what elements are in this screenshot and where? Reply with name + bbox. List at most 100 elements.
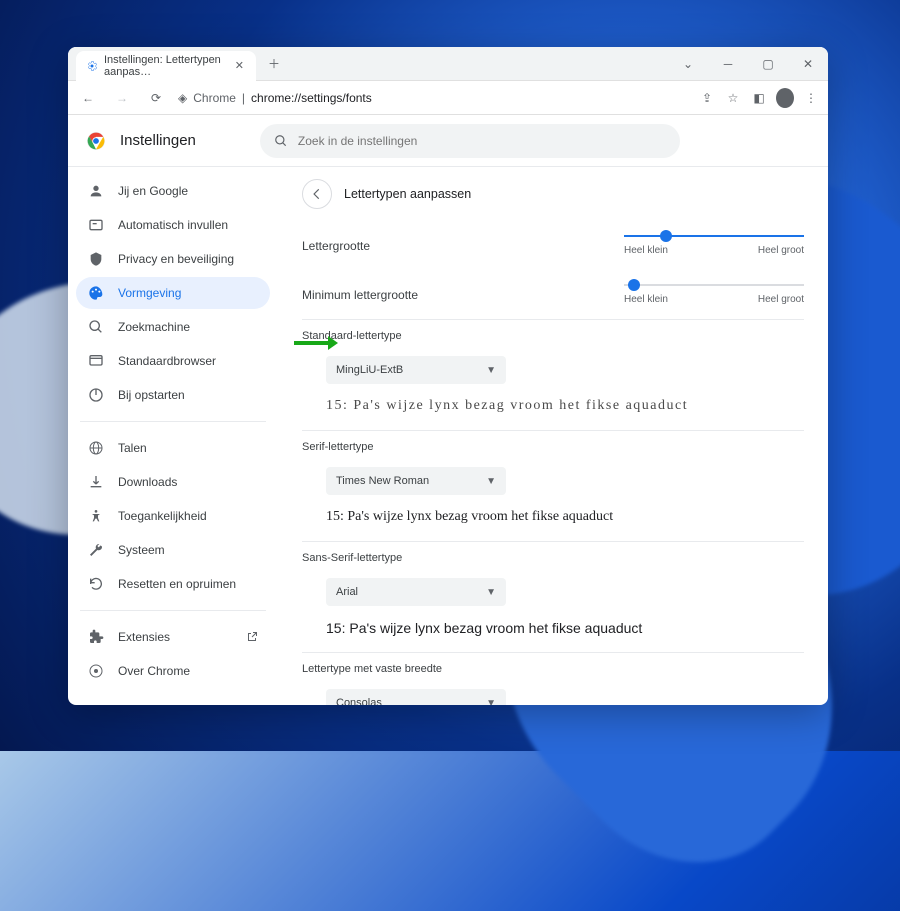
sidebar-item-startup[interactable]: Bij opstarten <box>76 379 270 411</box>
page-heading: Lettertypen aanpassen <box>344 187 471 201</box>
search-input[interactable] <box>298 134 666 148</box>
extensions-icon[interactable]: ◧ <box>750 89 768 107</box>
sidebar-item-label: Automatisch invullen <box>118 218 228 232</box>
search-icon <box>274 134 288 148</box>
min-font-size-row: Minimum lettergrootte Heel klein Heel gr… <box>302 270 804 319</box>
font-size-slider[interactable]: Heel klein Heel groot <box>624 235 804 256</box>
window-titlebar: Instellingen: Lettertypen aanpas… ✕ ＋ ⌄ … <box>68 47 828 81</box>
chevron-down-icon: ▼ <box>486 365 496 376</box>
settings-search[interactable] <box>260 124 680 158</box>
sidebar-divider <box>80 610 266 611</box>
accessibility-icon <box>88 508 104 524</box>
sidebar-item-you-and-google[interactable]: Jij en Google <box>76 175 270 207</box>
sans-font-section: Sans-Serif-lettertype Arial ▼ 15: Pa's w… <box>302 541 804 652</box>
chevron-down-icon: ▼ <box>486 476 496 487</box>
sidebar-item-label: Vormgeving <box>118 286 181 300</box>
fixed-font-section: Lettertype met vaste breedte Consolas ▼ … <box>302 652 804 705</box>
person-icon <box>88 183 104 199</box>
sidebar-item-label: Privacy en beveiliging <box>118 252 234 266</box>
dropdown-value: Arial <box>336 586 358 598</box>
minimize-button[interactable]: ─ <box>708 50 748 78</box>
menu-icon[interactable]: ⋮ <box>802 89 820 107</box>
forward-button[interactable]: → <box>110 86 134 110</box>
reset-icon <box>88 576 104 592</box>
sidebar-item-label: Systeem <box>118 543 165 557</box>
sidebar-item-label: Over Chrome <box>118 664 190 678</box>
slider-min-label: Heel klein <box>624 245 668 256</box>
fixed-font-label: Lettertype met vaste breedte <box>302 663 804 675</box>
standard-font-sample: 15: Pa's wijze lynx bezag vroom het fiks… <box>326 398 804 414</box>
new-tab-button[interactable]: ＋ <box>262 52 286 76</box>
back-button[interactable]: ← <box>76 86 100 110</box>
settings-icon <box>86 60 98 72</box>
sans-font-dropdown[interactable]: Arial ▼ <box>326 578 506 606</box>
sidebar-item-autofill[interactable]: Automatisch invullen <box>76 209 270 241</box>
chrome-logo-icon <box>86 131 106 151</box>
sidebar-item-reset[interactable]: Resetten en opruimen <box>76 568 270 600</box>
dropdown-value: Consolas <box>336 697 382 705</box>
sidebar-item-about[interactable]: Over Chrome <box>76 655 270 687</box>
maximize-button[interactable]: ▢ <box>748 50 788 78</box>
sidebar-item-label: Downloads <box>118 475 177 489</box>
chevron-down-icon[interactable]: ⌄ <box>668 50 708 78</box>
sidebar-item-label: Extensies <box>118 630 170 644</box>
slider-max-label: Heel groot <box>758 294 804 305</box>
dropdown-value: Times New Roman <box>336 475 429 487</box>
bookmark-icon[interactable]: ☆ <box>724 89 742 107</box>
serif-font-section: Serif-lettertype Times New Roman ▼ 15: P… <box>302 430 804 541</box>
dropdown-value: MingLiU-ExtB <box>336 364 403 376</box>
close-window-button[interactable]: ✕ <box>788 50 828 78</box>
external-link-icon <box>246 631 258 643</box>
font-size-label: Lettergrootte <box>302 239 370 253</box>
page-title: Instellingen <box>120 132 196 149</box>
standard-font-section: Standaard-lettertype MingLiU-ExtB ▼ 15: … <box>302 319 804 430</box>
globe-icon <box>88 440 104 456</box>
search-icon <box>88 319 104 335</box>
browser-icon <box>88 353 104 369</box>
url-field[interactable]: ◈ Chrome | chrome://settings/fonts <box>178 91 688 105</box>
sans-font-sample: 15: Pa's wijze lynx bezag vroom het fiks… <box>326 620 804 636</box>
chrome-lock-icon: ◈ <box>178 91 187 105</box>
sidebar-item-default-browser[interactable]: Standaardbrowser <box>76 345 270 377</box>
sidebar-item-label: Resetten en opruimen <box>118 577 236 591</box>
url-origin: Chrome <box>193 91 236 105</box>
serif-font-label: Serif-lettertype <box>302 441 804 453</box>
sans-font-label: Sans-Serif-lettertype <box>302 552 804 564</box>
profile-avatar[interactable] <box>776 89 794 107</box>
serif-font-dropdown[interactable]: Times New Roman ▼ <box>326 467 506 495</box>
settings-header: Instellingen <box>68 115 828 167</box>
serif-font-sample: 15: Pa's wijze lynx bezag vroom het fiks… <box>326 509 804 525</box>
sidebar-item-downloads[interactable]: Downloads <box>76 466 270 498</box>
sidebar-item-languages[interactable]: Talen <box>76 432 270 464</box>
sidebar-item-extensions[interactable]: Extensies <box>76 621 270 653</box>
chevron-down-icon: ▼ <box>486 587 496 598</box>
browser-tab[interactable]: Instellingen: Lettertypen aanpas… ✕ <box>76 51 256 81</box>
page-back-button[interactable] <box>302 179 332 209</box>
window-controls: ⌄ ─ ▢ ✕ <box>668 50 828 78</box>
standard-font-dropdown[interactable]: MingLiU-ExtB ▼ <box>326 356 506 384</box>
sidebar-item-accessibility[interactable]: Toegankelijkheid <box>76 500 270 532</box>
address-bar: ← → ⟳ ◈ Chrome | chrome://settings/fonts… <box>68 81 828 115</box>
sidebar-item-privacy[interactable]: Privacy en beveiliging <box>76 243 270 275</box>
power-icon <box>88 387 104 403</box>
sidebar-item-appearance[interactable]: Vormgeving <box>76 277 270 309</box>
share-icon[interactable]: ⇪ <box>698 89 716 107</box>
standard-font-label: Standaard-lettertype <box>302 330 804 342</box>
sidebar-item-system[interactable]: Systeem <box>76 534 270 566</box>
slider-max-label: Heel groot <box>758 245 804 256</box>
tab-close-icon[interactable]: ✕ <box>233 57 246 74</box>
sidebar-item-label: Jij en Google <box>118 184 188 198</box>
min-font-size-label: Minimum lettergrootte <box>302 288 418 302</box>
tab-title: Instellingen: Lettertypen aanpas… <box>104 54 227 78</box>
extension-icon <box>88 629 104 645</box>
sidebar-item-search-engine[interactable]: Zoekmachine <box>76 311 270 343</box>
sidebar-item-label: Toegankelijkheid <box>118 509 207 523</box>
chevron-down-icon: ▼ <box>486 698 496 706</box>
min-font-size-slider[interactable]: Heel klein Heel groot <box>624 284 804 305</box>
slider-min-label: Heel klein <box>624 294 668 305</box>
chrome-icon <box>88 663 104 679</box>
reload-button[interactable]: ⟳ <box>144 86 168 110</box>
sidebar-divider <box>80 421 266 422</box>
sidebar-item-label: Talen <box>118 441 147 455</box>
fixed-font-dropdown[interactable]: Consolas ▼ <box>326 689 506 705</box>
